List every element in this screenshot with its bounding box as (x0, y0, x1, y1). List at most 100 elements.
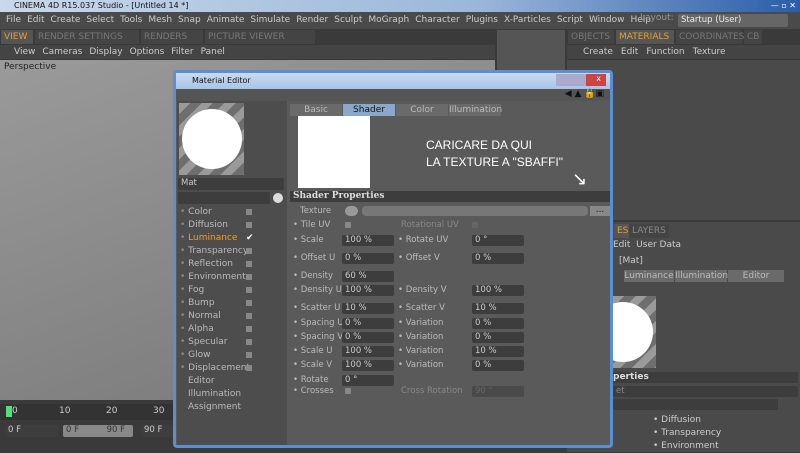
param-field[interactable]: 100 % (342, 285, 394, 296)
tab-color[interactable]: Color (396, 104, 448, 116)
tab-shader[interactable]: Shader (343, 104, 395, 116)
editor-close-button[interactable]: x (556, 74, 606, 86)
channel-checkbox[interactable]: ✔ (246, 234, 254, 243)
channel-checkbox[interactable] (246, 339, 252, 345)
attr-channel[interactable]: • Transparency (653, 427, 721, 440)
attr-menu-userdata[interactable]: User Data (636, 240, 681, 250)
channel-color[interactable]: • Color (180, 206, 260, 219)
channel-checkbox[interactable] (246, 300, 252, 306)
param-field[interactable]: 0 % (472, 360, 524, 371)
window-controls[interactable]: — ▫ ✕ (771, 1, 796, 10)
material-name-field[interactable]: Mat (178, 178, 284, 190)
channel-transparency[interactable]: • Transparency (180, 245, 260, 258)
channel-normal[interactable]: • Normal (180, 310, 260, 323)
param-field[interactable]: 0 % (342, 332, 394, 343)
param-field[interactable]: 60 % (342, 271, 394, 282)
toolbar-icons[interactable] (497, 30, 565, 75)
view-menu-view[interactable]: View (14, 47, 35, 57)
param-field[interactable]: 0 ° (472, 235, 524, 246)
mm-menu-texture[interactable]: Texture (693, 47, 726, 57)
param-field[interactable]: 10 % (472, 303, 524, 314)
param-field[interactable]: 100 % (342, 360, 394, 371)
param-field[interactable]: 0 % (342, 253, 394, 264)
texture-browse-button[interactable]: ... (590, 206, 610, 216)
tab-view-3[interactable]: PICTURE VIEWER (205, 30, 315, 44)
texture-menu-button[interactable] (345, 206, 358, 216)
param-field[interactable]: 10 % (342, 303, 394, 314)
attr-menu-edit[interactable]: Edit (613, 240, 630, 250)
view-menu-filter[interactable]: Filter (171, 47, 193, 57)
tab-illumination[interactable]: Illumination (449, 104, 502, 116)
current-frame-field[interactable]: 0 F (5, 425, 58, 437)
view-menu-options[interactable]: Options (130, 47, 165, 57)
channel-bump[interactable]: • Bump (180, 297, 260, 310)
channel-checkbox[interactable] (246, 352, 252, 358)
attr-name-field[interactable]: et (613, 386, 798, 397)
menu-mograph[interactable]: MoGraph (368, 15, 409, 25)
tab-view-0[interactable]: VIEW (1, 30, 33, 44)
param-field[interactable]: 0 % (472, 318, 524, 329)
end-frame-field[interactable]: 90 F (141, 425, 175, 437)
param-field[interactable]: 100 % (342, 235, 394, 246)
menu-tools[interactable]: Tools (120, 15, 142, 25)
channel-luminance[interactable]: • Luminance ✔ (180, 232, 260, 245)
menu-script[interactable]: Script (557, 15, 583, 25)
channel-alpha[interactable]: • Alpha (180, 323, 260, 336)
tab-layers[interactable]: LAYERS (629, 224, 669, 238)
tab-right-0[interactable]: OBJECTS (568, 30, 614, 44)
channel-checkbox[interactable] (246, 365, 252, 371)
tile-uv-checkbox[interactable] (345, 222, 351, 228)
param-field[interactable]: 100 % (472, 285, 524, 296)
tab-view-2[interactable]: RENDERS (141, 30, 203, 44)
channel-checkbox[interactable] (246, 248, 252, 254)
param-field[interactable]: 100 % (342, 346, 394, 357)
nav-icons[interactable]: ◀ ▲ 🔓▣ (565, 89, 604, 99)
attr-channel[interactable]: • Diffusion (653, 414, 721, 427)
param-field[interactable]: 10 % (472, 346, 524, 357)
channel-checkbox[interactable] (246, 274, 252, 280)
picker-icon[interactable] (273, 193, 283, 203)
attr-tab-editor[interactable]: Editor (728, 270, 784, 282)
menu-animate[interactable]: Animate (207, 15, 245, 25)
attr-input[interactable] (613, 399, 778, 410)
channel-environment[interactable]: • Environment (180, 271, 260, 284)
menu-edit[interactable]: Edit (27, 15, 44, 25)
view-menu-cameras[interactable]: Cameras (42, 47, 82, 57)
tab-right-3[interactable]: CB (744, 30, 762, 44)
timeline[interactable]: 0 10 20 30 (0, 404, 175, 420)
param-field[interactable]: 0 % (472, 332, 524, 343)
channel-editor[interactable]: Editor (180, 375, 260, 388)
rotational-uv-checkbox[interactable] (472, 222, 478, 228)
param-field[interactable]: 0 % (342, 318, 394, 329)
channel-fog[interactable]: • Fog (180, 284, 260, 297)
menu-render[interactable]: Render (296, 15, 328, 25)
menu-window[interactable]: Window (589, 15, 625, 25)
param-field[interactable]: 0 ° (342, 375, 394, 386)
channel-checkbox[interactable] (246, 261, 252, 267)
attr-tab-luminance[interactable]: Luminance (624, 270, 674, 282)
layout-select[interactable]: Startup (User) (678, 14, 788, 27)
crosses-checkbox[interactable] (345, 388, 351, 394)
tab-view-1[interactable]: RENDER SETTINGS (35, 30, 139, 44)
texture-field[interactable] (362, 206, 588, 216)
channel-glow[interactable]: • Glow (180, 349, 260, 362)
menu-character[interactable]: Character (415, 15, 459, 25)
channel-checkbox[interactable] (246, 287, 252, 293)
channel-assignment[interactable]: Assignment (180, 401, 260, 414)
channel-checkbox[interactable] (246, 313, 252, 319)
mm-menu-create[interactable]: Create (583, 47, 613, 57)
mm-menu-edit[interactable]: Edit (621, 47, 638, 57)
channel-illumination[interactable]: Illumination (180, 388, 260, 401)
range-slider[interactable]: 0 F 90 F (63, 425, 133, 437)
material-search[interactable] (178, 192, 270, 204)
menu-file[interactable]: File (6, 15, 21, 25)
channel-checkbox[interactable] (246, 209, 252, 215)
channel-reflection[interactable]: • Reflection (180, 258, 260, 271)
channel-specular[interactable]: • Specular (180, 336, 260, 349)
channel-checkbox[interactable] (246, 222, 252, 228)
channel-displacement[interactable]: • Displacement (180, 362, 260, 375)
mm-menu-function[interactable]: Function (646, 47, 684, 57)
view-menu-panel[interactable]: Panel (201, 47, 225, 57)
param-field[interactable]: 0 % (472, 253, 524, 264)
menu-plugins[interactable]: Plugins (466, 15, 498, 25)
